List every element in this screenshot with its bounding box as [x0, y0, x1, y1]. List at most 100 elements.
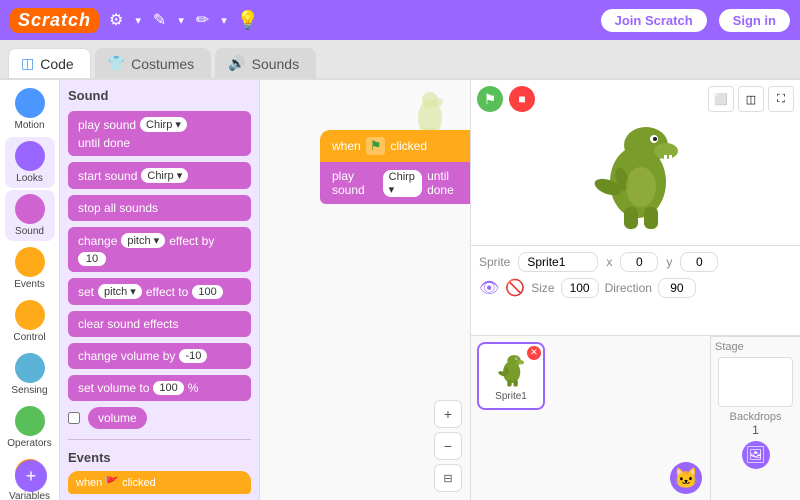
stage-fullscreen-btn[interactable]: ⛶ [768, 86, 794, 112]
sprite-name-input[interactable] [518, 252, 598, 272]
right-panel: ⚑ ■ ⬜ ◫ ⛶ [470, 80, 800, 500]
dropdown-icon[interactable]: ▾ [135, 14, 141, 27]
size-input[interactable] [561, 278, 599, 298]
motion-dot [15, 88, 45, 118]
zoom-out-button[interactable]: − [434, 432, 462, 460]
flag-icon-canvas: ⚑ [366, 137, 386, 155]
sidebar-item-control[interactable]: Control [5, 296, 55, 347]
motion-label: Motion [14, 120, 44, 131]
block-start-sound[interactable]: start sound Chirp ▾ [68, 162, 251, 189]
stage-area: ⚑ ■ ⬜ ◫ ⛶ [471, 80, 800, 245]
sprite-info: Sprite x y 👁 🚫 Size Direction [471, 245, 800, 335]
sprite-delete-button[interactable]: ✕ [527, 346, 541, 360]
looks-dot [15, 141, 45, 171]
operators-dot [15, 406, 45, 436]
stop-button[interactable]: ■ [509, 86, 535, 112]
zoom-in-button[interactable]: + [434, 400, 462, 428]
when-text: when [332, 139, 361, 153]
tab-sounds[interactable]: 🔊 Sounds [215, 48, 316, 78]
block-volume-reporter[interactable]: volume [88, 407, 147, 429]
looks-label: Looks [16, 173, 43, 184]
sidebar-item-sound[interactable]: Sound [5, 190, 55, 241]
canvas-when-flag-block[interactable]: when ⚑ clicked [320, 130, 470, 162]
sprite-thumb-sprite1[interactable]: ✕ Sprite1 [477, 342, 545, 410]
pen-icon[interactable]: ✏ [196, 10, 209, 30]
block-play-sound[interactable]: play sound Chirp ▾ until done [68, 111, 251, 156]
backdrops-label: Backdrops [730, 411, 782, 423]
sidebar-item-events[interactable]: Events [5, 243, 55, 294]
sidebar-item-looks[interactable]: Looks [5, 137, 55, 188]
stage-toolbar-right: ⬜ ◫ ⛶ [708, 86, 794, 112]
green-flag-button[interactable]: ⚑ [477, 86, 503, 112]
hide-icon[interactable]: 🚫 [505, 278, 525, 298]
canvas-play-sound-block[interactable]: play sound Chirp ▾ until done [320, 162, 470, 204]
operators-label: Operators [7, 438, 51, 449]
play-sound-text: play sound [332, 169, 378, 197]
code-canvas[interactable]: when ⚑ clicked play sound Chirp ▾ until … [260, 80, 470, 500]
block-set-pitch[interactable]: set pitch ▾ effect to 100 [68, 278, 251, 305]
control-label: Control [13, 332, 45, 343]
stage-layout-btn-1[interactable]: ⬜ [708, 86, 734, 112]
sprite-label: Sprite [479, 255, 510, 269]
block-change-pitch[interactable]: change pitch ▾ effect by 10 [68, 227, 251, 272]
clicked-text: clicked [390, 139, 427, 153]
tab-costumes[interactable]: 👕 Costumes [95, 48, 211, 78]
sidebar-item-operators[interactable]: Operators [5, 402, 55, 453]
scratch-logo: Scratch [10, 8, 99, 33]
block-events-start[interactable]: when 🚩 clicked [68, 471, 251, 494]
bottom-row: ✕ Sprite1 [471, 335, 800, 500]
direction-label: Direction [605, 281, 652, 295]
chirp-dropdown[interactable]: Chirp ▾ [383, 170, 422, 197]
block-stop-sounds[interactable]: stop all sounds [68, 195, 251, 221]
add-backdrop-button[interactable]: 🖼 [742, 441, 770, 469]
main-area: Motion Looks Sound Events Control Sensin… [0, 80, 800, 500]
control-dot [15, 300, 45, 330]
add-sprite-button[interactable]: 🐱 [670, 462, 702, 494]
sidebar-item-sensing[interactable]: Sensing [5, 349, 55, 400]
show-icon[interactable]: 👁 [479, 278, 499, 298]
sound-dot [15, 194, 45, 224]
block-set-volume[interactable]: set volume to 100 % [68, 375, 251, 401]
block-clear-effects[interactable]: clear sound effects [68, 311, 251, 337]
stage-mini-label: Stage [715, 341, 744, 353]
x-label: x [606, 255, 612, 269]
fit-screen-button[interactable]: ⊟ [434, 464, 462, 492]
edit-dropdown-icon[interactable]: ▾ [178, 14, 184, 27]
tab-code[interactable]: ◫ Code [8, 48, 91, 78]
dino-sprite [586, 107, 686, 237]
sign-in-button[interactable]: Sign in [719, 9, 790, 32]
events-label: Events [14, 279, 45, 290]
sensing-label: Sensing [11, 385, 47, 396]
volume-checkbox[interactable] [68, 412, 80, 424]
sounds-tab-label: Sounds [252, 56, 299, 72]
sounds-tab-icon: 🔊 [228, 55, 245, 72]
sensing-dot [15, 353, 45, 383]
lightbulb-icon[interactable]: 💡 [237, 10, 259, 31]
pen-dropdown-icon[interactable]: ▾ [221, 14, 227, 27]
sidebar-item-motion[interactable]: Motion [5, 84, 55, 135]
settings-icon[interactable]: ⚙ [109, 10, 123, 30]
blocks-panel: Sound play sound Chirp ▾ until done star… [60, 80, 260, 500]
tab-bar: ◫ Code 👕 Costumes 🔊 Sounds [0, 40, 800, 80]
sprite-list: ✕ Sprite1 [471, 336, 710, 500]
stage-layout-btn-2[interactable]: ◫ [738, 86, 764, 112]
direction-input[interactable] [658, 278, 696, 298]
stage-mini-panel: Stage Backdrops 1 🖼 [710, 336, 800, 500]
stage-toolbar: ⚑ ■ [477, 86, 535, 112]
join-scratch-button[interactable]: Join Scratch [601, 9, 707, 32]
canvas-block-group-1: when ⚑ clicked play sound Chirp ▾ until … [320, 130, 470, 204]
block-change-volume[interactable]: change volume by -10 [68, 343, 251, 369]
sprite-thumb-img [491, 349, 531, 389]
x-input[interactable] [620, 252, 658, 272]
events-section-title: Events [68, 450, 251, 465]
variables-label: Variables [9, 491, 50, 500]
until-done-text: until done [427, 169, 468, 197]
top-bar: Scratch ⚙ ▾ ✎ ▾ ✏ ▾ 💡 Join Scratch Sign … [0, 0, 800, 40]
sidebar: Motion Looks Sound Events Control Sensin… [0, 80, 60, 500]
costumes-tab-label: Costumes [131, 56, 194, 72]
canvas-controls: + − ⊟ [434, 400, 462, 492]
sound-label: Sound [15, 226, 44, 237]
edit-icon[interactable]: ✎ [153, 10, 166, 30]
y-input[interactable] [680, 252, 718, 272]
stage-mini-thumb[interactable] [718, 357, 793, 407]
